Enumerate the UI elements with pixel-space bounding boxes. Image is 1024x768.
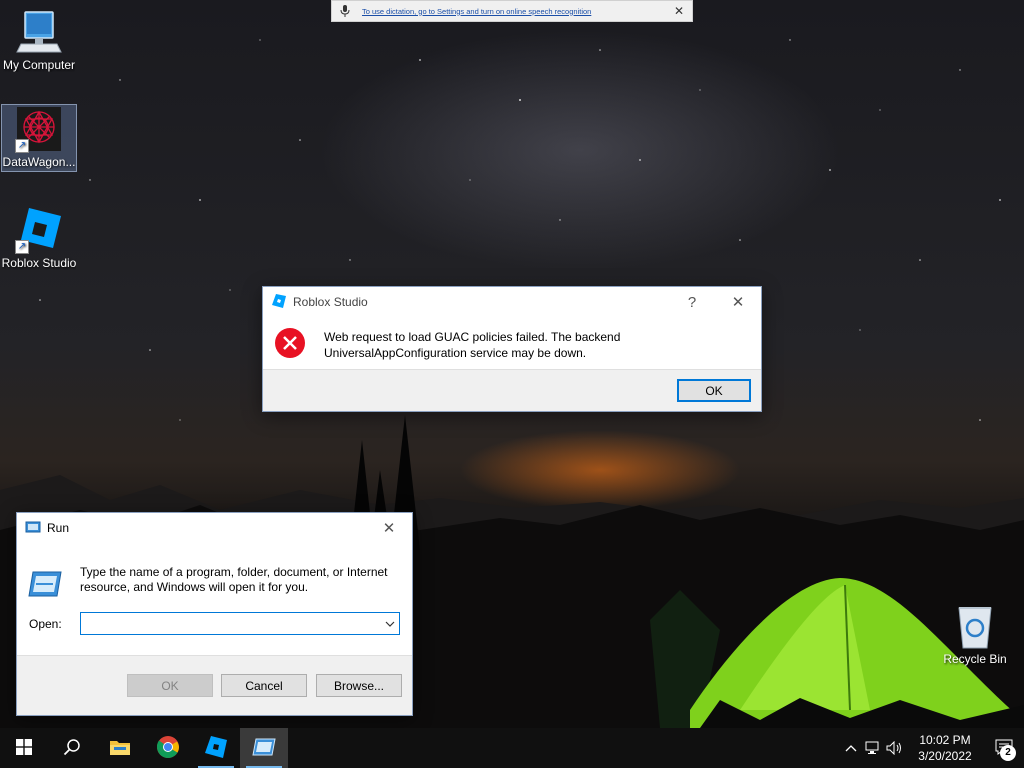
start-button[interactable] bbox=[0, 728, 48, 768]
dialog-footer: OK Cancel Browse... bbox=[17, 655, 412, 715]
run-icon bbox=[25, 520, 41, 537]
help-button[interactable]: ? bbox=[669, 287, 715, 317]
close-icon[interactable]: ✕ bbox=[672, 4, 686, 18]
volume-icon[interactable] bbox=[884, 728, 906, 768]
clock-date: 3/20/2022 bbox=[918, 749, 972, 763]
system-tray: 10:02 PM 3/20/2022 2 bbox=[840, 728, 1024, 768]
dialog-title: Run bbox=[47, 521, 70, 535]
clock[interactable]: 10:02 PM 3/20/2022 bbox=[906, 732, 984, 764]
clock-time: 10:02 PM bbox=[919, 733, 971, 747]
desktop-icon-datawagon[interactable]: ↗ DataWagon... bbox=[1, 104, 77, 172]
dialog-footer: OK bbox=[263, 369, 761, 411]
open-combobox[interactable] bbox=[80, 612, 400, 635]
chevron-down-icon[interactable] bbox=[381, 613, 399, 634]
dialog-titlebar[interactable]: Run ✕ bbox=[17, 513, 412, 543]
dialog-titlebar[interactable]: Roblox Studio ? ✕ bbox=[263, 287, 761, 317]
browse-button[interactable]: Browse... bbox=[316, 674, 402, 697]
dialog-body: Web request to load GUAC policies failed… bbox=[263, 317, 761, 371]
taskbar: 10:02 PM 3/20/2022 2 bbox=[0, 728, 1024, 768]
desktop-icon-label: Roblox Studio bbox=[1, 256, 77, 270]
roblox-studio-icon bbox=[271, 293, 287, 312]
desktop-icon-label: Recycle Bin bbox=[943, 652, 1007, 666]
open-label: Open: bbox=[29, 617, 62, 631]
chevron-up-icon[interactable] bbox=[840, 728, 862, 768]
windows-icon bbox=[16, 738, 32, 758]
roblox-studio-icon bbox=[204, 735, 228, 762]
desktop-icon-recycle-bin[interactable]: Recycle Bin bbox=[937, 602, 1013, 666]
dictation-settings-link[interactable]: To use dictation, go to Settings and tur… bbox=[362, 7, 672, 16]
open-input[interactable] bbox=[81, 613, 381, 634]
microphone-icon bbox=[338, 4, 352, 18]
notification-count-badge: 2 bbox=[1000, 745, 1016, 761]
dictation-notification-bar: To use dictation, go to Settings and tur… bbox=[331, 0, 693, 22]
network-icon[interactable] bbox=[862, 728, 884, 768]
shortcut-arrow-icon: ↗ bbox=[15, 139, 29, 153]
desktop-icon-roblox-studio[interactable]: ↗ Roblox Studio bbox=[1, 206, 77, 270]
ok-button[interactable]: OK bbox=[677, 379, 751, 402]
computer-icon bbox=[15, 8, 63, 56]
notification-center-button[interactable]: 2 bbox=[984, 728, 1024, 768]
run-icon bbox=[27, 568, 63, 600]
run-taskbar-button[interactable] bbox=[240, 728, 288, 768]
roblox-studio-taskbar-button[interactable] bbox=[192, 728, 240, 768]
run-icon bbox=[252, 737, 276, 760]
search-icon bbox=[63, 738, 81, 759]
desktop-icon-label: My Computer bbox=[2, 58, 76, 72]
datawagon-icon: ↗ bbox=[15, 105, 63, 153]
desktop-icon-my-computer[interactable]: My Computer bbox=[1, 8, 77, 72]
roblox-studio-icon: ↗ bbox=[15, 206, 63, 254]
chrome-button[interactable] bbox=[144, 728, 192, 768]
error-icon bbox=[274, 327, 306, 359]
run-description: Type the name of a program, folder, docu… bbox=[80, 565, 388, 594]
cancel-button[interactable]: Cancel bbox=[221, 674, 307, 697]
folder-icon bbox=[109, 738, 131, 759]
roblox-studio-error-dialog: Roblox Studio ? ✕ Web request to load GU… bbox=[262, 286, 762, 412]
chrome-icon bbox=[156, 735, 180, 762]
desktop-icon-label: DataWagon... bbox=[2, 155, 76, 169]
shortcut-arrow-icon: ↗ bbox=[15, 240, 29, 254]
recycle-bin-icon bbox=[951, 602, 999, 650]
file-explorer-button[interactable] bbox=[96, 728, 144, 768]
dialog-title: Roblox Studio bbox=[293, 295, 368, 309]
error-message: Web request to load GUAC policies failed… bbox=[324, 330, 621, 360]
close-button[interactable]: ✕ bbox=[715, 287, 761, 317]
ok-button[interactable]: OK bbox=[127, 674, 213, 697]
run-dialog: Run ✕ Type the name of a program, folder… bbox=[16, 512, 413, 716]
close-button[interactable]: ✕ bbox=[366, 513, 412, 543]
search-button[interactable] bbox=[48, 728, 96, 768]
